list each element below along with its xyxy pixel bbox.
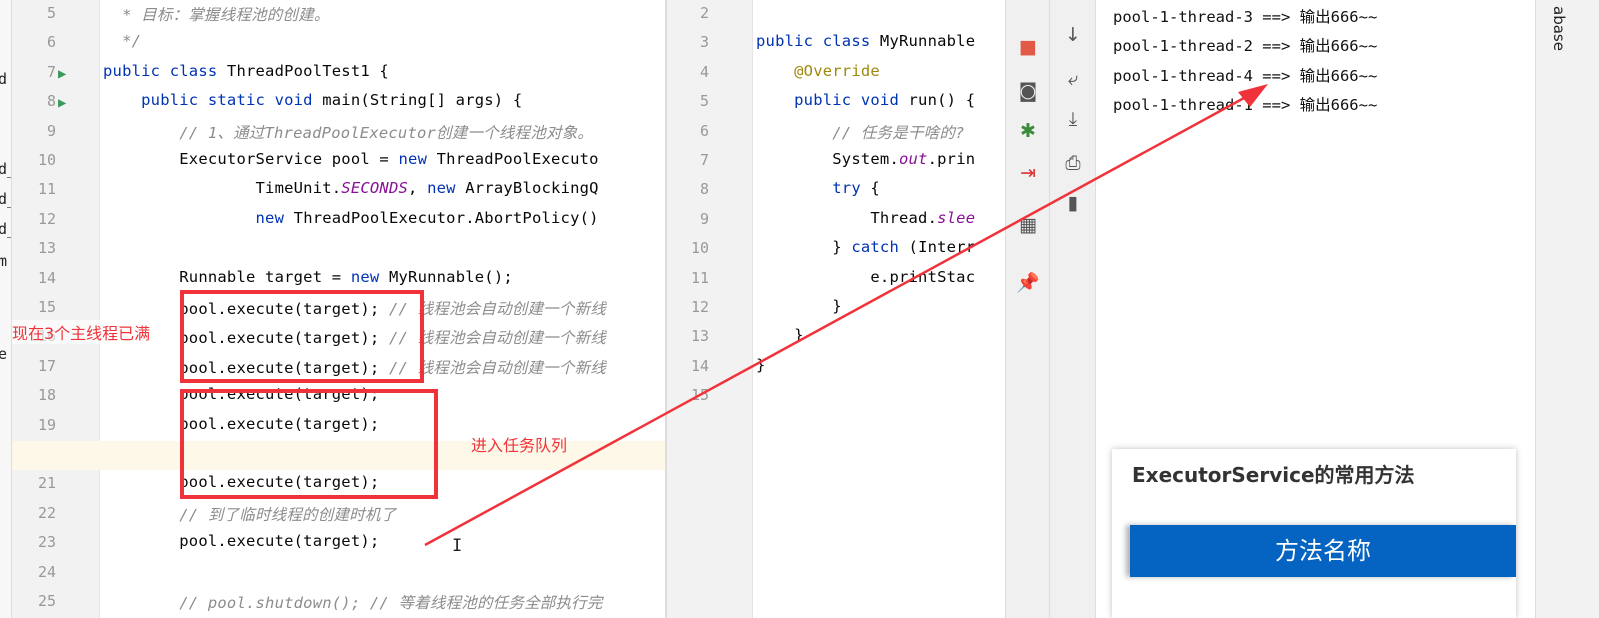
- arrow-head: [1238, 84, 1268, 107]
- arrow-line: [424, 90, 1256, 547]
- annotation-arrow: [424, 84, 1268, 547]
- text-cursor-icon: I: [452, 536, 463, 556]
